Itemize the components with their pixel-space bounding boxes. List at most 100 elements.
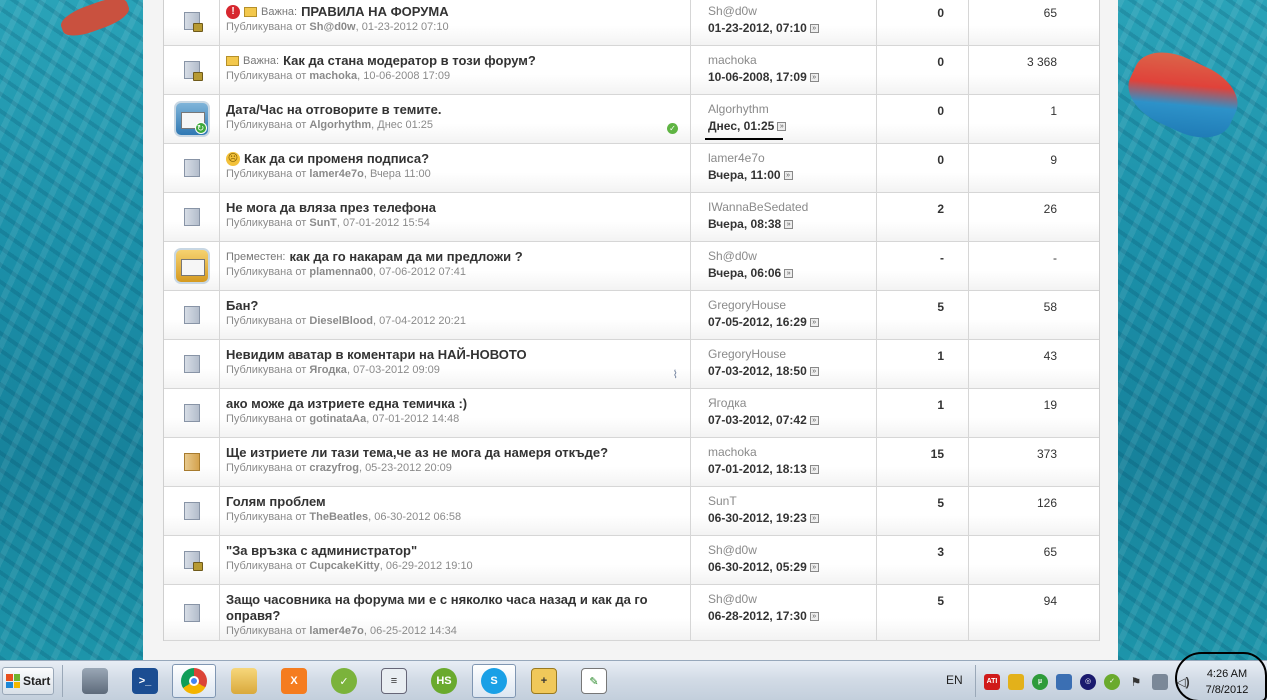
topic-author-link[interactable]: lamer4e7o bbox=[309, 625, 363, 637]
skype-taskbar-button[interactable]: S bbox=[472, 664, 516, 698]
start-button[interactable]: Start bbox=[2, 667, 54, 695]
last-post-cell: machoka 07-01-2012, 18:13» bbox=[691, 438, 877, 486]
topic-title-link[interactable]: "За връзка с администратор" bbox=[226, 543, 417, 559]
go-to-last-post-icon[interactable]: » bbox=[809, 366, 819, 376]
last-post-user-link[interactable]: lamer4e7o bbox=[708, 151, 876, 165]
topic-row[interactable]: Бан? Публикувана от DieselBlood, 07-04-20… bbox=[164, 291, 1099, 340]
topic-title-line: "За връзка с администратор" bbox=[226, 543, 684, 559]
topic-row[interactable]: Защо часовника на форума ми е с няколко … bbox=[164, 585, 1099, 641]
topic-title-link[interactable]: Как да си променя подписа? bbox=[244, 151, 429, 167]
topic-author-link[interactable]: Ягодка bbox=[309, 364, 347, 376]
topic-author-link[interactable]: SunT bbox=[309, 217, 337, 229]
go-to-last-post-icon[interactable]: » bbox=[809, 464, 819, 474]
last-post-user-link[interactable]: SunT bbox=[708, 494, 876, 508]
go-to-last-post-icon[interactable]: » bbox=[809, 513, 819, 523]
topic-title-cell: Невидим аватар в коментари на НАЙ-НОВОТО… bbox=[220, 340, 691, 388]
utorrent-icon[interactable]: µ bbox=[1032, 674, 1048, 690]
topic-author-link[interactable]: crazyfrog bbox=[309, 462, 359, 474]
chrome-taskbar-button[interactable] bbox=[172, 664, 216, 698]
topic-author-link[interactable]: machoka bbox=[309, 70, 357, 82]
last-post-user-link[interactable]: machoka bbox=[708, 53, 876, 67]
server-manager-taskbar-button[interactable] bbox=[73, 664, 117, 698]
go-to-last-post-icon[interactable]: » bbox=[783, 170, 793, 180]
xampp-taskbar-button[interactable]: X bbox=[272, 664, 316, 698]
language-indicator[interactable]: EN bbox=[946, 673, 963, 687]
topic-title-link[interactable]: Ще изтриете ли тази тема,че аз не мога д… bbox=[226, 445, 608, 461]
last-post-date: Вчера, 08:38» bbox=[708, 217, 876, 231]
last-post-user-link[interactable]: Sh@d0w bbox=[708, 543, 876, 557]
replies-count: 0 bbox=[877, 95, 969, 143]
topic-author-link[interactable]: Sh@d0w bbox=[309, 21, 355, 33]
topic-row[interactable]: "За връзка с администратор" Публикувана о… bbox=[164, 536, 1099, 585]
tool-taskbar-button[interactable]: ✓ bbox=[322, 664, 366, 698]
go-to-last-post-icon[interactable]: » bbox=[784, 219, 794, 229]
topic-row[interactable]: Невидим аватар в коментари на НАЙ-НОВОТО… bbox=[164, 340, 1099, 389]
console-taskbar-button[interactable]: ≡ bbox=[372, 664, 416, 698]
last-post-user-link[interactable]: Ягодка bbox=[708, 396, 876, 410]
topic-row[interactable]: ☹ Как да си променя подписа? Публикувана о… bbox=[164, 144, 1099, 193]
explorer-taskbar-button[interactable] bbox=[222, 664, 266, 698]
topic-title-link[interactable]: Как да стана модератор в този форум? bbox=[283, 53, 536, 69]
topic-title-link[interactable]: Бан? bbox=[226, 298, 258, 314]
topic-title-link[interactable]: ПРАВИЛА НА ФОРУМА bbox=[301, 4, 449, 20]
views-count: 58 bbox=[1043, 300, 1057, 314]
tray-app-icon[interactable] bbox=[1008, 674, 1024, 690]
hs-taskbar-button[interactable]: HS bbox=[422, 664, 466, 698]
ati-icon[interactable]: ATI bbox=[984, 674, 1000, 690]
go-to-last-post-icon[interactable]: » bbox=[809, 415, 819, 425]
topic-row[interactable]: ! Важна: ПРАВИЛА НА ФОРУМА Публикувана от S… bbox=[164, 0, 1099, 46]
go-to-last-post-icon[interactable]: » bbox=[809, 317, 819, 327]
last-post-user-link[interactable]: Sh@d0w bbox=[708, 249, 876, 263]
topic-start-date: 05-23-2012 20:09 bbox=[365, 462, 452, 474]
topic-title-link[interactable]: Невидим аватар в коментари на НАЙ-НОВОТО bbox=[226, 347, 527, 363]
display-tray-icon[interactable] bbox=[1152, 674, 1168, 690]
go-to-last-post-icon[interactable]: » bbox=[809, 611, 819, 621]
topic-row[interactable]: Голям проблем Публикувана от TheBeatles, … bbox=[164, 487, 1099, 536]
topic-title-link[interactable]: Голям проблем bbox=[226, 494, 326, 510]
powershell-taskbar-button[interactable]: >_ bbox=[123, 664, 167, 698]
security-tray-icon[interactable]: ◎ bbox=[1080, 674, 1096, 690]
topic-status-cell bbox=[164, 389, 220, 437]
go-to-last-post-icon[interactable]: » bbox=[809, 23, 819, 33]
annotation-underline bbox=[705, 138, 783, 140]
topic-title-link[interactable]: Не мога да вляза през телефона bbox=[226, 200, 436, 216]
topic-author-link[interactable]: plamenna00 bbox=[309, 266, 373, 278]
topic-title-cell: Защо часовника на форума ми е с няколко … bbox=[220, 585, 691, 640]
replies-count: 1 bbox=[877, 340, 969, 388]
topic-author-link[interactable]: gotinataAa bbox=[309, 413, 366, 425]
topic-author-link[interactable]: Algorhythm bbox=[309, 119, 371, 131]
go-to-last-post-icon[interactable]: » bbox=[809, 562, 819, 572]
topic-status-cell bbox=[164, 242, 220, 290]
topic-author-link[interactable]: DieselBlood bbox=[309, 315, 373, 327]
last-post-user-link[interactable]: Algorhythm bbox=[708, 102, 876, 116]
last-post-user-link[interactable]: Sh@d0w bbox=[708, 4, 876, 18]
topic-row[interactable]: ↻ Дата/Час на отговорите в темите. Публику… bbox=[164, 95, 1099, 144]
topic-author-link[interactable]: lamer4e7o bbox=[309, 168, 363, 180]
topic-row[interactable]: Преместен: как да го накарам да ми предло… bbox=[164, 242, 1099, 291]
last-post-user-link[interactable]: Sh@d0w bbox=[708, 592, 876, 606]
topic-title-link[interactable]: Защо часовника на форума ми е с няколко … bbox=[226, 592, 684, 624]
go-to-last-post-icon[interactable]: » bbox=[777, 121, 787, 131]
topic-title-link[interactable]: ако може да изтриете една темичка :) bbox=[226, 396, 467, 412]
screenshot-taskbar-button[interactable]: + bbox=[522, 664, 566, 698]
topic-title-link[interactable]: Дата/Час на отговорите в темите. bbox=[226, 102, 442, 118]
topic-row[interactable]: Ще изтриете ли тази тема,че аз не мога д… bbox=[164, 438, 1099, 487]
answered-check-icon: ✓ bbox=[667, 123, 678, 134]
flag-icon[interactable]: ⚑ bbox=[1128, 674, 1144, 690]
notepad-plus-taskbar-button[interactable]: ✎ bbox=[572, 664, 616, 698]
go-to-last-post-icon[interactable]: » bbox=[809, 72, 819, 82]
topic-author-link[interactable]: CupcakeKitty bbox=[309, 560, 379, 572]
last-post-user-link[interactable]: GregoryHouse bbox=[708, 298, 876, 312]
last-post-user-link[interactable]: IWannaBeSedated bbox=[708, 200, 876, 214]
go-to-last-post-icon[interactable]: » bbox=[784, 268, 794, 278]
topic-title-link[interactable]: как да го накарам да ми предложи ? bbox=[290, 249, 523, 265]
last-post-user-link[interactable]: GregoryHouse bbox=[708, 347, 876, 361]
topic-row[interactable]: Важна: Как да стана модератор в този фору… bbox=[164, 46, 1099, 95]
update-tray-icon[interactable]: ✓ bbox=[1104, 674, 1120, 690]
last-post-user-link[interactable]: machoka bbox=[708, 445, 876, 459]
topic-row[interactable]: Не мога да вляза през телефона Публикуван… bbox=[164, 193, 1099, 242]
network-tray-icon[interactable] bbox=[1056, 674, 1072, 690]
topic-row[interactable]: ако може да изтриете една темичка :) Публ… bbox=[164, 389, 1099, 438]
topic-meta: Публикувана от SunT, 07-01-2012 15:54 bbox=[226, 217, 430, 229]
topic-author-link[interactable]: TheBeatles bbox=[309, 511, 368, 523]
